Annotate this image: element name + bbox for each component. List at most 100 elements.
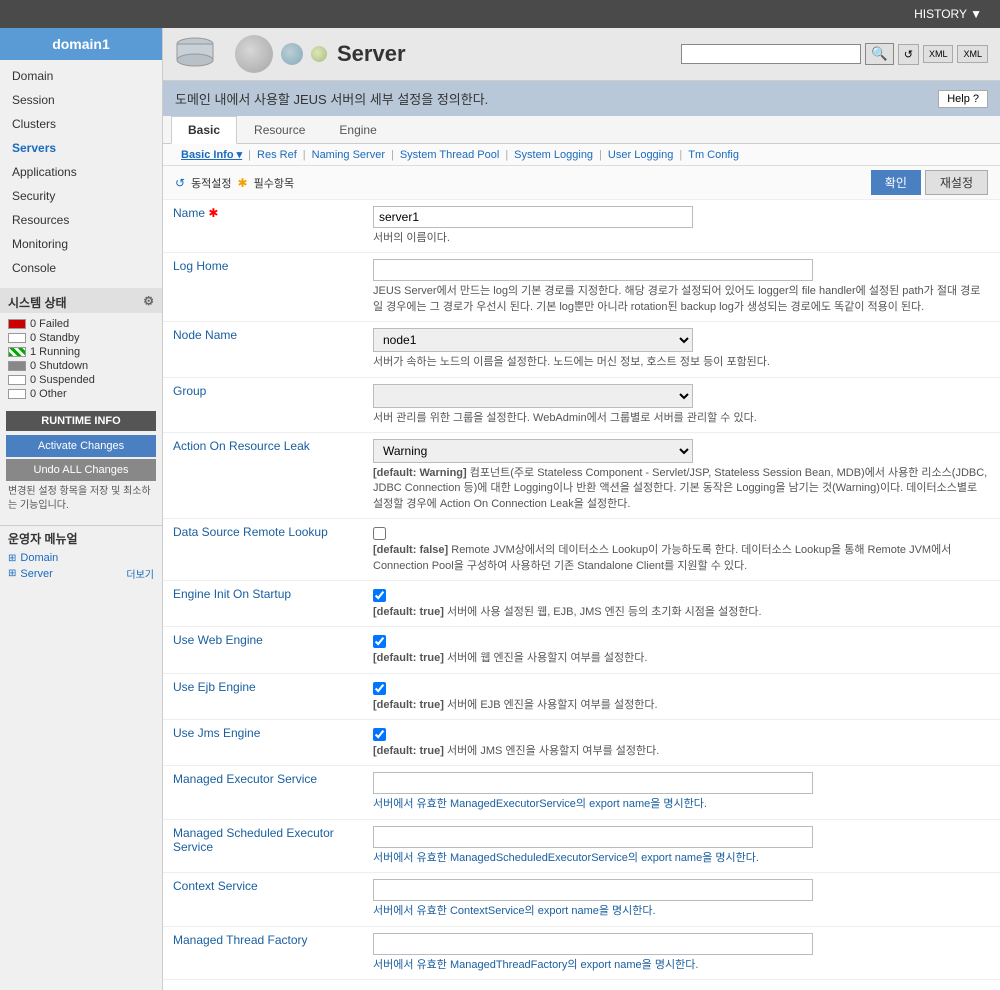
subnav-tm-config[interactable]: Tm Config <box>682 149 745 161</box>
value-node-name: node1 서버가 속하는 노드의 이름을 설정한다. 노드에는 머신 정보, … <box>363 322 1000 377</box>
select-group[interactable] <box>373 384 693 408</box>
sidebar: domain1 Domain Session Clusters Servers … <box>0 28 163 990</box>
suspended-bar <box>8 375 26 385</box>
input-managed-thread-factory[interactable] <box>373 933 813 955</box>
required-indicator-name: ✱ <box>208 206 218 220</box>
value-managed-scheduled-executor-service: 서버에서 유효한 ManagedScheduledExecutorService… <box>363 819 1000 872</box>
activate-changes-button[interactable]: Activate Changes <box>6 435 156 457</box>
input-log-home[interactable] <box>373 259 813 281</box>
sidebar-item-domain[interactable]: Domain <box>0 64 162 88</box>
required-items-label: 필수항목 <box>254 175 294 191</box>
form-row-node-name: Node Name node1 서버가 속하는 노드의 이름을 설정한다. 노드… <box>163 322 1000 377</box>
history-button[interactable]: HISTORY ▼ <box>904 3 992 25</box>
desc-managed-executor-service: 서버에서 유효한 ManagedExecutorService의 export … <box>373 797 990 812</box>
form-row-managed-scheduled-executor-service: Managed Scheduled Executor Service 서버에서 … <box>163 819 1000 872</box>
ops-server-item[interactable]: ⊞ Server 더보기 <box>8 565 154 582</box>
value-use-ejb-engine: [default: true] 서버에 EJB 엔진을 사용할지 여부를 설정한… <box>363 673 1000 719</box>
ops-domain-item[interactable]: ⊞ Domain <box>8 551 154 565</box>
confirm-button[interactable]: 확인 <box>871 170 921 195</box>
xml-button2[interactable]: XML <box>957 45 988 63</box>
form-row-use-ejb-engine: Use Ejb Engine [default: true] 서버에 EJB 엔… <box>163 673 1000 719</box>
desc-use-web-engine: [default: true] 서버에 웹 엔진을 사용할지 여부를 설정한다. <box>373 651 990 666</box>
tab-engine[interactable]: Engine <box>322 116 393 143</box>
reset-button[interactable]: 재설정 <box>925 170 988 195</box>
status-failed: 0 Failed <box>8 317 154 331</box>
desc-action-resource-leak: [default: Warning] 컴포넌트(주로 Stateless Com… <box>373 466 990 512</box>
subnav-res-ref[interactable]: Res Ref <box>251 149 303 161</box>
form-row-action-resource-leak: Action On Resource Leak Warning Exceptio… <box>163 432 1000 518</box>
subnav-basic-info[interactable]: Basic Info ▾ <box>175 148 248 161</box>
help-button[interactable]: Help ? <box>938 90 988 108</box>
action-bar-right: 확인 재설정 <box>871 170 988 195</box>
checkbox-row-datasource <box>373 525 990 540</box>
form-row-log-home: Log Home JEUS Server에서 만드는 log의 기본 경로를 지… <box>163 253 1000 322</box>
checkbox-use-web-engine[interactable] <box>373 635 386 648</box>
search-input[interactable] <box>681 44 861 64</box>
value-name: 서버의 이름이다. <box>363 200 1000 253</box>
checkbox-datasource-remote-lookup[interactable] <box>373 527 386 540</box>
sidebar-item-servers[interactable]: Servers <box>0 136 162 160</box>
checkbox-row-ejb-engine <box>373 680 990 695</box>
main-content: Server 🔍 ↺ XML XML 도메인 내에서 사용할 JEUS 서버의 … <box>163 28 1000 990</box>
search-button[interactable]: 🔍 <box>865 43 894 65</box>
label-context-service: Context Service <box>163 873 363 926</box>
select-node-name[interactable]: node1 <box>373 328 693 352</box>
subnav-system-thread-pool[interactable]: System Thread Pool <box>394 149 505 161</box>
subnav-naming-server[interactable]: Naming Server <box>306 149 391 161</box>
status-other: 0 Other <box>8 387 154 401</box>
sidebar-item-monitoring[interactable]: Monitoring <box>0 232 162 256</box>
label-use-jms-engine: Use Jms Engine <box>163 720 363 766</box>
sidebar-item-session[interactable]: Session <box>0 88 162 112</box>
required-star-icon: ✱ <box>238 176 248 190</box>
circle3 <box>311 46 327 62</box>
xml-button1[interactable]: XML <box>923 45 954 63</box>
tab-resource[interactable]: Resource <box>237 116 322 143</box>
refresh-icon[interactable]: ↺ <box>175 176 185 190</box>
action-bar-left: ↺ 동적설정 ✱ 필수항목 <box>175 175 294 191</box>
desc-group: 서버 관리를 위한 그룹을 설정한다. WebAdmin에서 그룹별로 서버를 … <box>373 411 990 426</box>
runtime-section: RUNTIME INFO Activate Changes Undo ALL C… <box>6 411 156 517</box>
other-bar <box>8 389 26 399</box>
sidebar-item-applications[interactable]: Applications <box>0 160 162 184</box>
checkbox-engine-init-startup[interactable] <box>373 589 386 602</box>
runtime-info-button[interactable]: RUNTIME INFO <box>6 411 156 431</box>
subnav-user-logging[interactable]: User Logging <box>602 149 679 161</box>
label-managed-scheduled-executor-service: Managed Scheduled Executor Service <box>163 819 363 872</box>
subnav-system-logging[interactable]: System Logging <box>508 149 599 161</box>
desc-node-name: 서버가 속하는 노드의 이름을 설정한다. 노드에는 머신 정보, 호스트 정보… <box>373 355 990 370</box>
system-status-settings-icon[interactable]: ⚙ <box>143 294 154 308</box>
form-row-managed-thread-factory: Managed Thread Factory 서버에서 유효한 ManagedT… <box>163 926 1000 979</box>
form-row-managed-executor-service: Managed Executor Service 서버에서 유효한 Manage… <box>163 766 1000 819</box>
desc-name: 서버의 이름이다. <box>373 231 990 246</box>
sidebar-item-clusters[interactable]: Clusters <box>0 112 162 136</box>
desc-datasource-remote-lookup: [default: false] Remote JVM상에서의 데이터소스 Lo… <box>373 543 990 574</box>
sidebar-item-console[interactable]: Console <box>0 256 162 280</box>
status-suspended: 0 Suspended <box>8 373 154 387</box>
label-use-ejb-engine: Use Ejb Engine <box>163 673 363 719</box>
tab-basic[interactable]: Basic <box>171 116 237 144</box>
top-bar: HISTORY ▼ <box>0 0 1000 28</box>
refresh-button[interactable]: ↺ <box>898 44 919 65</box>
checkbox-use-jms-engine[interactable] <box>373 728 386 741</box>
input-managed-scheduled-executor-service[interactable] <box>373 826 813 848</box>
form-row-name: Name ✱ 서버의 이름이다. <box>163 200 1000 253</box>
form-row-engine-init-startup: Engine Init On Startup [default: true] 서… <box>163 580 1000 626</box>
checkbox-use-ejb-engine[interactable] <box>373 682 386 695</box>
input-context-service[interactable] <box>373 879 813 901</box>
label-engine-init-startup: Engine Init On Startup <box>163 580 363 626</box>
sidebar-item-security[interactable]: Security <box>0 184 162 208</box>
desc-log-home: JEUS Server에서 만드는 log의 기본 경로를 지정한다. 해당 경… <box>373 284 990 315</box>
ops-more-link[interactable]: 더보기 <box>126 566 154 581</box>
sidebar-item-resources[interactable]: Resources <box>0 208 162 232</box>
input-managed-executor-service[interactable] <box>373 772 813 794</box>
undo-all-changes-button[interactable]: Undo ALL Changes <box>6 459 156 481</box>
select-action-resource-leak[interactable]: Warning Exception None <box>373 439 693 463</box>
desc-managed-thread-factory: 서버에서 유효한 ManagedThreadFactory의 export na… <box>373 958 990 973</box>
input-name[interactable] <box>373 206 693 228</box>
status-running: 1 Running <box>8 345 154 359</box>
runtime-desc: 변경된 설정 항목을 저장 및 최소하는 기능입니다. <box>6 481 156 517</box>
circle2 <box>281 43 303 65</box>
system-status-title: 시스템 상태 ⚙ <box>0 288 162 313</box>
value-context-service: 서버에서 유효한 ContextService의 export name을 명시… <box>363 873 1000 926</box>
running-bar <box>8 347 26 357</box>
